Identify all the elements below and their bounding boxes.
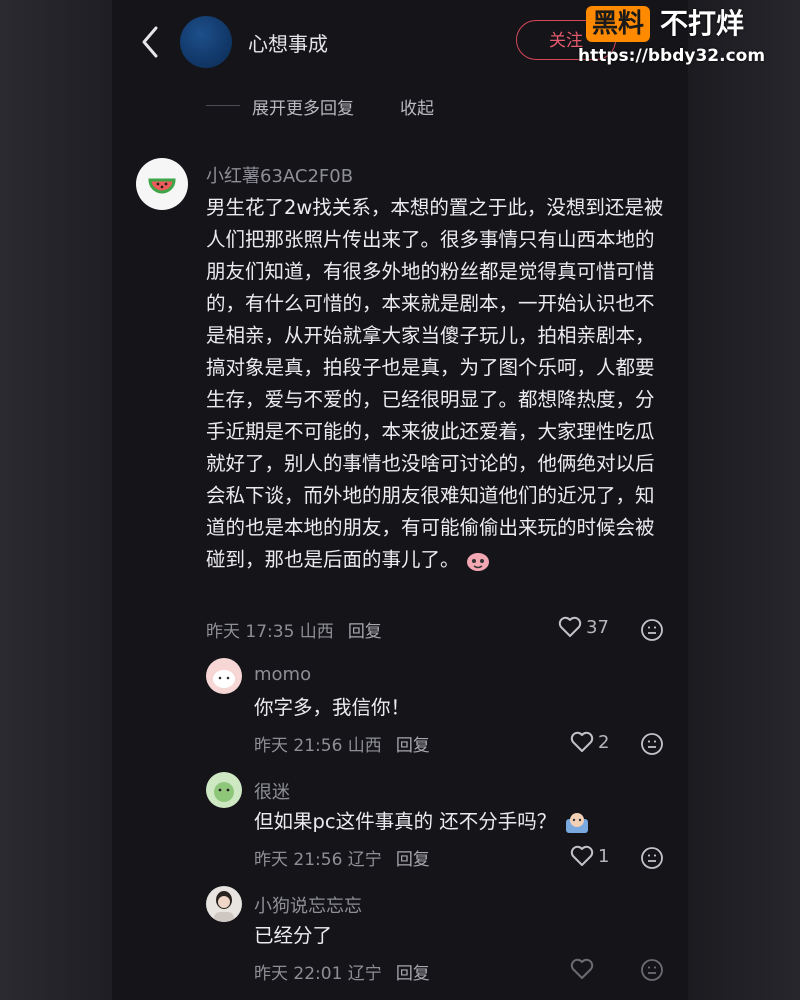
phone-screen: 心想事成 关注 展开更多回复 收起 小红薯63AC2F0B 男生花了2w找关系，… <box>112 0 688 1000</box>
like-button[interactable]: 1 <box>570 845 609 867</box>
like-count: 37 <box>586 616 609 638</box>
comment-meta: 昨天 17:35 山西 回复 <box>206 617 382 642</box>
reply-meta: 昨天 22:01 辽宁 回复 <box>254 959 430 984</box>
watermark-logo: 黑料 <box>586 6 651 42</box>
reply-body: 但如果pc这件事真的 还不分手吗？ <box>254 810 557 833</box>
comment-body: 男生花了2w找关系，本想的置之于此，没想到还是被人们把那张照片传出来了。很多事情… <box>206 196 664 571</box>
back-button[interactable] <box>136 22 164 62</box>
watermark: 黑料 不打烊 https://bbdy32.com <box>578 4 788 70</box>
watermark-url: https://bbdy32.com <box>578 46 766 66</box>
reply-button[interactable]: 回复 <box>348 622 382 642</box>
face-icon <box>641 959 663 981</box>
emoji-reaction-button[interactable] <box>640 732 664 756</box>
reply-time-location: 昨天 21:56 山西 <box>254 736 382 756</box>
reply-button[interactable]: 回复 <box>396 964 430 984</box>
reply-meta: 昨天 21:56 山西 回复 <box>254 731 430 756</box>
heart-icon <box>558 616 582 637</box>
reply-meta: 昨天 21:56 辽宁 回复 <box>254 845 430 870</box>
heart-icon <box>570 958 594 979</box>
face-icon <box>641 733 663 755</box>
reply-button[interactable]: 回复 <box>396 850 430 870</box>
reply-avatar[interactable] <box>206 772 242 808</box>
chevron-left-icon <box>142 26 158 58</box>
reply-text: 已经分了 <box>254 924 333 947</box>
comment-text: 男生花了2w找关系，本想的置之于此，没想到还是被人们把那张照片传出来了。很多事情… <box>206 192 668 576</box>
commenter-name[interactable]: 小红薯63AC2F0B <box>206 162 353 188</box>
reply-time-location: 昨天 21:56 辽宁 <box>254 850 382 870</box>
like-count: 2 <box>598 731 610 753</box>
reply-author[interactable]: momo <box>254 664 311 685</box>
divider-line <box>206 105 240 106</box>
reply-avatar[interactable] <box>206 886 242 922</box>
emoji-reaction-button[interactable] <box>640 958 664 982</box>
collapse-button[interactable]: 收起 <box>400 94 434 119</box>
reply-button[interactable]: 回复 <box>396 736 430 756</box>
emoji-reaction-button[interactable] <box>640 846 664 870</box>
commenter-avatar[interactable] <box>136 158 188 210</box>
reply-text: 你字多，我信你！ <box>254 696 411 719</box>
comment-time-location: 昨天 17:35 山西 <box>206 622 334 642</box>
face-icon <box>641 619 663 641</box>
watermelon-icon <box>148 178 176 194</box>
reply-author[interactable]: 小狗说忘忘忘 <box>254 892 362 918</box>
watermark-tagline: 不打烊 <box>660 7 745 40</box>
author-avatar[interactable] <box>180 16 232 68</box>
emoji-sticker-icon <box>564 811 590 835</box>
like-count: 1 <box>598 845 610 867</box>
like-button[interactable]: 2 <box>570 731 609 753</box>
emoji-reaction-button[interactable] <box>640 618 664 642</box>
reply-text: 但如果pc这件事真的 还不分手吗？ <box>254 806 590 838</box>
page-title: 心想事成 <box>248 32 328 56</box>
cartoon-avatar-icon <box>213 670 235 688</box>
expand-more-replies-button[interactable]: 展开更多回复 <box>252 94 354 119</box>
reply-author[interactable]: 很迷 <box>254 778 290 804</box>
heart-icon <box>570 731 594 752</box>
cartoon-avatar-icon <box>214 782 234 802</box>
face-icon <box>641 847 663 869</box>
like-button[interactable]: 37 <box>558 616 609 638</box>
like-button[interactable] <box>570 958 598 980</box>
heart-icon <box>570 845 594 866</box>
reply-avatar[interactable] <box>206 658 242 694</box>
emoji-sticker-icon <box>466 550 490 572</box>
reply-time-location: 昨天 22:01 辽宁 <box>254 964 382 984</box>
person-photo-icon <box>214 891 234 922</box>
